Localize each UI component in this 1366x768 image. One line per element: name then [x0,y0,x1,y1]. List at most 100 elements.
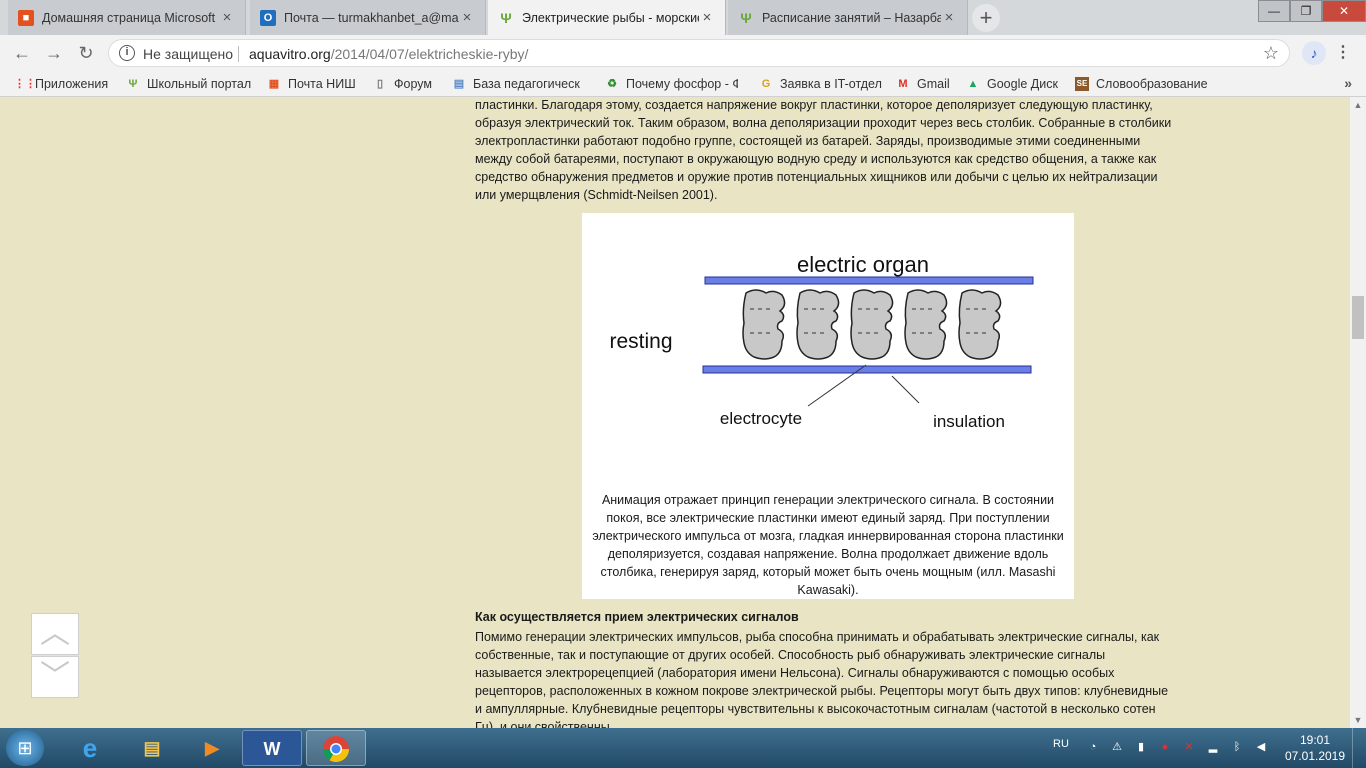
bookmark-phosphorus[interactable]: ♻ Почему фосфор - Ф [605,75,738,93]
new-tab-button[interactable]: + [972,4,1000,32]
bottom-insulation-bar [702,365,1032,374]
bookmark-label: Почта НИШ [288,77,356,91]
scroll-down-button[interactable]: ﹀ [31,656,79,698]
tab-microsoft-home[interactable]: ■ Домашняя страница Microsoft C × [8,0,246,35]
bookmark-label: Почему фосфор - Ф [626,77,738,91]
network-warning-icon[interactable]: ✕ [1182,740,1196,754]
bookmark-word-formation[interactable]: SE Словообразование [1075,75,1215,93]
article-paragraph: пластинки. Благодаря этому, создается на… [475,98,1172,202]
top-insulation-bar [704,276,1034,285]
profile-music-icon[interactable]: ♪ [1302,41,1326,65]
close-icon[interactable]: × [459,9,475,26]
diagram-title: electric organ [797,252,929,277]
back-button[interactable]: ← [10,41,34,65]
tab-title: Домашняя страница Microsoft C [42,10,219,25]
bookmark-label: Словообразование [1096,77,1208,91]
sync-icon[interactable]: ◔ [1086,740,1100,754]
bookmarks-bar: ⋮⋮ Приложения Ψ Школьный портал ▦ Почта … [0,71,1366,97]
close-icon[interactable]: × [219,9,235,26]
windows-logo-icon: ▦ [268,78,280,90]
se-logo-icon: SE [1075,77,1089,91]
address-bar[interactable]: i Не защищено aquavitro.org/2014/04/07/e… [108,39,1290,67]
signal-icon[interactable]: ▂ [1206,740,1220,754]
bookmark-label: Google Диск [987,77,1058,91]
nis-icon: Ψ [740,9,752,26]
system-clock[interactable]: 19:01 07.01.2019 [1284,732,1346,764]
electrocyte-label: electrocyte [720,409,802,428]
browser-toolbar: ← → ↻ i Не защищено aquavitro.org/2014/0… [0,35,1366,71]
close-window-button[interactable]: ✕ [1322,0,1366,22]
google-g-icon: G [761,78,771,90]
gmail-icon: M [898,78,908,90]
bookmark-forum[interactable]: ▯ Форум [373,75,432,93]
url-host: aquavitro.org [249,46,331,62]
electrocyte-cell [958,289,1002,360]
chrome-logo [322,736,350,763]
bookmark-google-drive[interactable]: ▲ Google Диск [966,75,1058,93]
bookmark-it-request[interactable]: G Заявка в IT-отдел [759,75,882,93]
ie-icon[interactable]: e [60,730,120,766]
bookmark-apps[interactable]: ⋮⋮ Приложения [14,75,108,93]
electric-organ-diagram: electric organ resting electrocyte insul… [609,252,1034,431]
minimize-button[interactable]: — [1258,0,1290,22]
tab-schedule[interactable]: Ψ Расписание занятий – Назарбае × [728,0,968,35]
electrocyte-column [742,289,1002,360]
scroll-up-arrow-icon[interactable]: ▲ [1350,97,1366,113]
section-heading: Как осуществляется прием электрических с… [475,610,799,624]
insulation-label: insulation [933,412,1005,431]
explorer-icon[interactable]: ▤ [122,730,182,766]
volume-icon[interactable]: ◀ [1254,740,1268,754]
info-icon[interactable]: i [119,45,135,61]
windows-taskbar: ⊞ e ▤ ▶ W RU ◔ ⚠ ▮ ● ✕ ▂ ᛒ ◀ 19:01 07.01… [0,728,1366,768]
bookmark-school-portal[interactable]: Ψ Школьный портал [126,75,252,93]
start-button[interactable]: ⊞ [6,730,44,766]
reload-button[interactable]: ↻ [74,41,98,65]
bookmark-label: Школьный портал [147,77,252,91]
url-path: /2014/04/07/elektricheskie-ryby/ [330,46,529,62]
clock-date: 07.01.2019 [1284,749,1346,763]
bookmark-nis-mail[interactable]: ▦ Почта НИШ [267,75,356,93]
close-icon[interactable]: × [699,9,715,26]
tab-title: Электрические рыбы - морские [522,10,699,25]
tab-electric-fish[interactable]: Ψ Электрические рыбы - морские × [488,0,726,35]
page-scrollbar[interactable]: ▲ ▼ [1350,97,1366,728]
word-icon[interactable]: W [242,730,302,766]
tab-strip: ■ Домашняя страница Microsoft C × O Почт… [0,0,1366,35]
security-label[interactable]: Не защищено [143,46,233,62]
url-text[interactable]: aquavitro.org/2014/04/07/elektricheskie-… [249,46,528,62]
google-drive-icon: ▲ [967,78,979,90]
tab-mail[interactable]: O Почта — turmakhanbet_a@mail. × [250,0,486,35]
bluetooth-icon[interactable]: ᛒ [1230,740,1244,754]
maximize-button[interactable]: ❐ [1290,0,1322,22]
scrollbar-thumb[interactable] [1352,296,1364,339]
antivirus-icon[interactable]: ⚠ [1110,740,1124,754]
battery-icon[interactable]: ▮ [1134,740,1148,754]
figure-caption: Анимация отражает принцип генерации элек… [592,493,1064,597]
outlook-icon: O [260,9,276,26]
electrocyte-cell [850,289,894,360]
chrome-icon[interactable] [306,730,366,766]
media-player-icon[interactable]: ▶ [182,730,242,766]
close-icon[interactable]: × [941,9,957,26]
bookmark-pedagogical-base[interactable]: ▤ База педагогическ [452,75,588,93]
bookmark-star-icon[interactable]: ☆ [1263,43,1279,64]
bookmarks-overflow-button[interactable]: » [1344,75,1352,91]
office-icon: ■ [18,9,34,26]
page-viewport: пластинки. Благодаря этому, создается на… [0,97,1350,728]
language-indicator[interactable]: RU [1053,738,1069,750]
aquavitro-icon: Ψ [500,9,512,26]
tab-title: Почта — turmakhanbet_a@mail. [284,10,459,25]
forward-button[interactable]: → [42,41,66,65]
show-desktop-button[interactable] [1352,728,1366,768]
scroll-down-arrow-icon[interactable]: ▼ [1350,712,1366,728]
article-paragraph: Помимо генерации электрических импульсов… [475,630,1169,728]
insulation-pointer-line [891,375,920,404]
recycle-icon: ♻ [607,78,617,90]
divider [238,46,239,62]
flash-icon[interactable]: ● [1158,740,1172,754]
menu-dots-icon[interactable]: ⋮ [1333,41,1353,65]
diagram-state-label: resting [609,330,672,353]
scroll-up-button[interactable]: ︿ [31,613,79,655]
document-icon: ▤ [453,78,465,90]
bookmark-gmail[interactable]: M Gmail [896,75,949,93]
